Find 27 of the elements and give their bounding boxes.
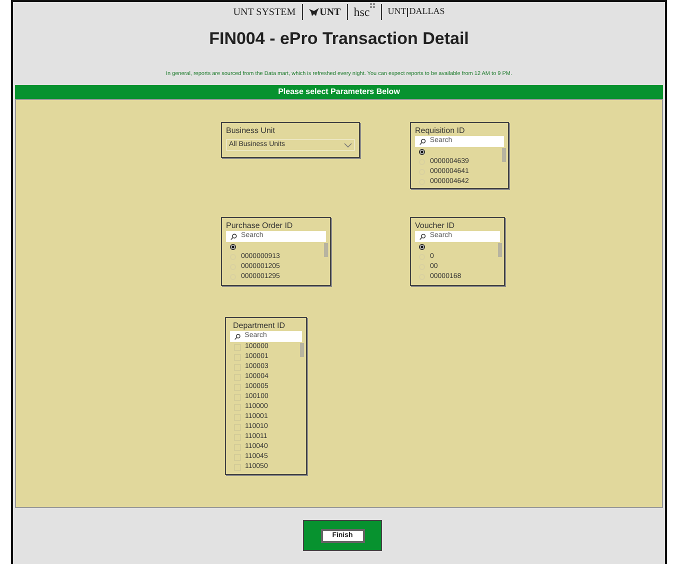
search-icon xyxy=(419,232,426,240)
radio-button[interactable] xyxy=(230,244,236,250)
checkbox[interactable] xyxy=(234,344,241,350)
radio-button[interactable] xyxy=(419,244,425,250)
scrollbar-thumb[interactable] xyxy=(300,343,304,357)
search-icon xyxy=(234,332,241,340)
slicer-title: Voucher ID xyxy=(414,220,456,231)
slicer-title: Business Unit xyxy=(226,125,276,136)
slicer-title: Requisition ID xyxy=(414,125,466,136)
scrollbar-thumb[interactable] xyxy=(502,148,506,162)
logo-text: UNT xyxy=(388,5,406,18)
chevron-down-icon xyxy=(344,142,352,148)
radio-button[interactable] xyxy=(419,149,425,155)
dots-icon xyxy=(370,3,375,8)
scrollbar-thumb[interactable] xyxy=(324,243,328,257)
logo-text: UNT xyxy=(320,6,341,20)
logo-text: hsc xyxy=(354,4,370,21)
logo-text: UNT SYSTEM xyxy=(233,6,296,20)
logo-text: DALLAS xyxy=(409,5,445,18)
search-icon xyxy=(230,232,238,240)
scrollbar-thumb[interactable] xyxy=(498,243,502,257)
slicer-title: Department ID xyxy=(232,320,286,331)
page-title: FIN004 - ePro Transaction Detail xyxy=(208,28,470,50)
eagle-icon xyxy=(308,8,319,16)
search-icon xyxy=(419,138,426,146)
banner: Please select Parameters Below xyxy=(15,85,663,99)
slicer-title: Purchase Order ID xyxy=(225,220,294,231)
